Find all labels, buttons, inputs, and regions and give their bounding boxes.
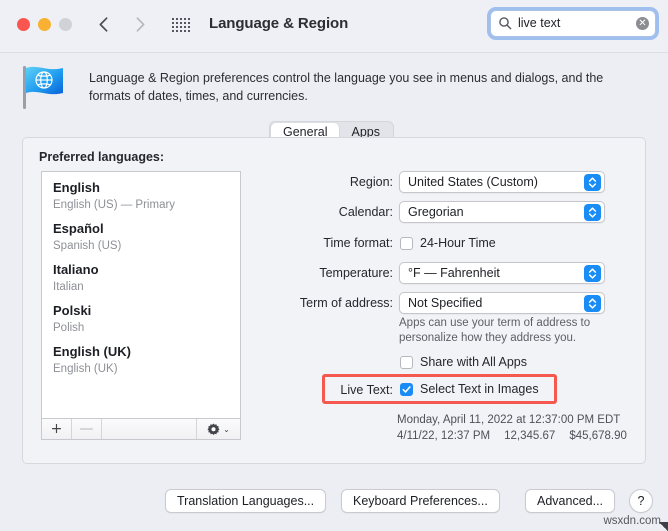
add-language-button[interactable]: + xyxy=(42,419,72,439)
search-field-container[interactable]: live text ✕ xyxy=(490,10,656,37)
language-name: Español xyxy=(53,221,104,236)
preview-currency: $45,678.90 xyxy=(569,430,627,442)
remove-language-button[interactable]: — xyxy=(72,419,102,439)
list-item[interactable]: Español Spanish (US) xyxy=(42,220,240,254)
share-with-all-apps-checkbox[interactable] xyxy=(400,355,413,369)
chevron-down-icon: ⌄ xyxy=(223,424,230,434)
minimize-window-button[interactable] xyxy=(38,18,51,31)
language-name: English xyxy=(53,180,100,195)
language-sublabel: English (UK) xyxy=(53,363,118,375)
preferred-languages-label: Preferred languages: xyxy=(39,150,165,164)
language-sublabel: Italian xyxy=(53,281,84,293)
time-format-label: Time format: xyxy=(323,236,393,250)
list-item[interactable]: Polski Polish xyxy=(42,302,240,336)
maximize-window-button[interactable] xyxy=(59,18,72,31)
language-options-gear-button[interactable]: ⌄ xyxy=(196,419,240,439)
temperature-label-wrap: Temperature: xyxy=(258,262,393,284)
calendar-label: Calendar: xyxy=(338,205,393,219)
translation-languages-button[interactable]: Translation Languages... xyxy=(165,489,327,513)
preview-number: 12,345.67 xyxy=(504,430,556,442)
list-item[interactable]: Italiano Italian xyxy=(42,261,240,295)
gear-icon xyxy=(207,422,220,435)
keyboard-preferences-button[interactable]: Keyboard Preferences... xyxy=(341,489,500,513)
24-hour-time-label: 24-Hour Time xyxy=(420,236,496,250)
region-label-wrap: Region: xyxy=(258,171,393,193)
watermark: wsxdn.com xyxy=(603,515,661,527)
window-titlebar: Language & Region live text ✕ xyxy=(0,0,668,53)
clear-search-icon[interactable]: ✕ xyxy=(636,17,649,30)
calendar-value: Gregorian xyxy=(408,205,464,219)
chevron-updown-icon[interactable] xyxy=(584,204,601,221)
language-list-toolbar[interactable]: + — ⌄ xyxy=(41,419,241,440)
preferred-languages-list[interactable]: English English (US) — Primary Español S… xyxy=(41,171,241,419)
preview-short-formats: 4/11/22, 12:37 PM 12,345.67 $45,678.90 xyxy=(397,428,647,444)
term-of-address-value: Not Specified xyxy=(408,296,483,310)
term-of-address-helper-text: Apps can use your term of address to per… xyxy=(399,317,591,344)
advanced-button[interactable]: Advanced... xyxy=(525,489,616,513)
system-preferences-window: Language & Region live text ✕ Language &… xyxy=(0,0,668,531)
page-title: Language & Region xyxy=(209,15,349,32)
search-input[interactable] xyxy=(490,10,656,37)
temperature-value: °F — Fahrenheit xyxy=(408,266,500,280)
help-button[interactable]: ? xyxy=(629,489,653,513)
term-of-address-popup-button[interactable]: Not Specified xyxy=(399,292,605,314)
language-name: Italiano xyxy=(53,262,99,277)
language-region-flag-icon xyxy=(18,63,76,111)
search-input-value: live text xyxy=(518,16,561,30)
language-name: Polski xyxy=(53,303,92,318)
chevron-updown-icon[interactable] xyxy=(584,295,601,312)
region-value: United States (Custom) xyxy=(408,175,538,189)
share-all-apps-checkbox-row[interactable]: Share with All Apps xyxy=(400,352,527,372)
24-hour-time-checkbox[interactable] xyxy=(400,236,413,250)
preview-long-date: Monday, April 11, 2022 at 12:37:00 PM ED… xyxy=(397,414,621,426)
resize-corner[interactable] xyxy=(659,522,668,531)
language-sublabel: Polish xyxy=(53,322,85,334)
language-sublabel: English (US) — Primary xyxy=(53,199,176,211)
preferences-description: Language & Region preferences control th… xyxy=(89,71,604,103)
show-all-grid-icon[interactable] xyxy=(172,17,190,33)
calendar-popup-button[interactable]: Gregorian xyxy=(399,201,605,223)
region-label: Region: xyxy=(349,175,393,189)
term-of-address-label: Term of address: xyxy=(299,296,393,310)
calendar-label-wrap: Calendar: xyxy=(258,201,393,223)
list-item[interactable]: English English (US) — Primary xyxy=(42,179,240,213)
time-format-label-wrap: Time format: xyxy=(258,232,393,254)
live-text-annotation-highlight xyxy=(322,374,557,404)
time-format-checkbox-row[interactable]: 24-Hour Time xyxy=(400,232,496,254)
format-preview: Monday, April 11, 2022 at 12:37:00 PM ED… xyxy=(397,412,647,444)
preview-short-date: 4/11/22, 12:37 PM xyxy=(397,430,491,442)
back-button[interactable] xyxy=(92,12,114,36)
close-window-button[interactable] xyxy=(17,18,30,31)
temperature-label: Temperature: xyxy=(319,266,393,280)
share-with-all-apps-label: Share with All Apps xyxy=(420,355,528,369)
term-of-address-label-wrap: Term of address: xyxy=(258,292,393,314)
region-popup-button[interactable]: United States (Custom) xyxy=(399,171,605,193)
list-item[interactable]: English (UK) English (UK) xyxy=(42,343,240,377)
language-sublabel: Spanish (US) xyxy=(53,240,122,252)
chevron-updown-icon[interactable] xyxy=(584,265,601,282)
language-name: English (UK) xyxy=(53,344,131,359)
forward-button[interactable] xyxy=(129,12,151,36)
search-icon xyxy=(498,16,512,30)
temperature-popup-button[interactable]: °F — Fahrenheit xyxy=(399,262,605,284)
chevron-updown-icon[interactable] xyxy=(584,174,601,191)
